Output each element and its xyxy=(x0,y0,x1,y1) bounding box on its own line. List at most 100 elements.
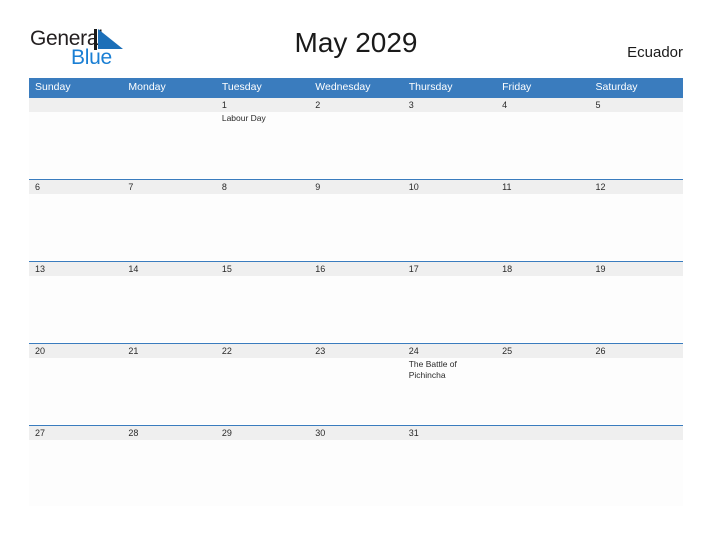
calendar-week-row: 20 21 22 23 24 25 26 The Battle of Pichi… xyxy=(29,343,683,425)
week-body-strip xyxy=(29,276,683,342)
day-cell[interactable] xyxy=(216,194,309,260)
day-cell[interactable]: Labour Day xyxy=(216,112,309,178)
day-number[interactable]: 6 xyxy=(29,180,122,194)
calendar-grid: Sunday Monday Tuesday Wednesday Thursday… xyxy=(29,78,683,507)
calendar-week-row: 1 2 3 4 5 Labour Day xyxy=(29,97,683,179)
weekday-wednesday: Wednesday xyxy=(315,81,371,93)
day-number[interactable]: 18 xyxy=(496,262,589,276)
day-number[interactable]: 16 xyxy=(309,262,402,276)
day-number[interactable] xyxy=(122,98,215,112)
day-number[interactable]: 10 xyxy=(403,180,496,194)
day-cell[interactable] xyxy=(216,276,309,342)
weekday-friday: Friday xyxy=(502,81,532,93)
day-cell[interactable] xyxy=(216,440,309,506)
day-cell[interactable] xyxy=(122,440,215,506)
day-cell[interactable] xyxy=(122,112,215,178)
day-number[interactable]: 29 xyxy=(216,426,309,440)
day-number[interactable]: 2 xyxy=(309,98,402,112)
weekday-thursday: Thursday xyxy=(408,81,453,93)
weekday-sunday: Sunday xyxy=(35,81,71,93)
day-number[interactable]: 15 xyxy=(216,262,309,276)
day-cell[interactable] xyxy=(496,276,589,342)
day-number[interactable]: 20 xyxy=(29,344,122,358)
day-number[interactable]: 3 xyxy=(403,98,496,112)
day-cell[interactable] xyxy=(590,440,683,506)
day-number[interactable]: 21 xyxy=(122,344,215,358)
day-number[interactable]: 24 xyxy=(403,344,496,358)
day-number[interactable]: 27 xyxy=(29,426,122,440)
day-number[interactable]: 9 xyxy=(309,180,402,194)
weekday-monday: Monday xyxy=(128,81,166,93)
week-body-strip: The Battle of Pichincha xyxy=(29,358,683,424)
day-cell[interactable] xyxy=(496,440,589,506)
week-date-strip: 13 14 15 16 17 18 19 xyxy=(29,262,683,276)
calendar-page: General Blue May 2029 Ecuador Sunday Mon… xyxy=(0,0,712,550)
day-number[interactable] xyxy=(590,426,683,440)
day-cell[interactable] xyxy=(590,194,683,260)
day-cell[interactable] xyxy=(309,440,402,506)
day-number[interactable]: 11 xyxy=(496,180,589,194)
day-number[interactable]: 26 xyxy=(590,344,683,358)
day-number[interactable]: 8 xyxy=(216,180,309,194)
weekday-header-row: Sunday Monday Tuesday Wednesday Thursday… xyxy=(29,78,683,97)
day-number[interactable] xyxy=(29,98,122,112)
day-cell[interactable] xyxy=(122,194,215,260)
weekday-saturday: Saturday xyxy=(595,81,638,93)
day-cell[interactable] xyxy=(403,276,496,342)
day-event: The Battle of Pichincha xyxy=(408,359,457,380)
day-number[interactable]: 13 xyxy=(29,262,122,276)
day-number[interactable]: 7 xyxy=(122,180,215,194)
day-cell[interactable] xyxy=(403,440,496,506)
day-cell[interactable] xyxy=(496,194,589,260)
day-number[interactable]: 19 xyxy=(590,262,683,276)
day-number[interactable]: 23 xyxy=(309,344,402,358)
day-cell[interactable] xyxy=(496,358,589,424)
day-cell[interactable] xyxy=(496,112,589,178)
page-title: May 2029 xyxy=(294,27,418,58)
page-header: General Blue May 2029 Ecuador xyxy=(0,0,712,68)
week-date-strip: 1 2 3 4 5 xyxy=(29,98,683,112)
day-number[interactable]: 17 xyxy=(403,262,496,276)
day-cell[interactable] xyxy=(403,194,496,260)
calendar-week-row: 13 14 15 16 17 18 19 xyxy=(29,261,683,343)
day-cell[interactable] xyxy=(29,112,122,178)
day-cell[interactable] xyxy=(122,358,215,424)
day-cell[interactable] xyxy=(29,440,122,506)
day-cell[interactable] xyxy=(29,358,122,424)
week-date-strip: 27 28 29 30 31 xyxy=(29,426,683,440)
weekday-tuesday: Tuesday xyxy=(221,81,262,93)
week-date-strip: 6 7 8 9 10 11 12 xyxy=(29,180,683,194)
day-cell[interactable] xyxy=(29,276,122,342)
day-number[interactable]: 14 xyxy=(122,262,215,276)
calendar-week-row: 27 28 29 30 31 xyxy=(29,425,683,507)
day-number[interactable]: 4 xyxy=(496,98,589,112)
day-cell[interactable] xyxy=(590,276,683,342)
calendar-week-row: 6 7 8 9 10 11 12 xyxy=(29,179,683,261)
week-body-strip xyxy=(29,440,683,506)
day-number[interactable]: 5 xyxy=(590,98,683,112)
day-number[interactable]: 30 xyxy=(309,426,402,440)
day-cell[interactable] xyxy=(216,358,309,424)
day-cell[interactable] xyxy=(309,358,402,424)
day-event: Labour Day xyxy=(221,113,266,123)
day-number[interactable]: 1 xyxy=(216,98,309,112)
week-body-strip: Labour Day xyxy=(29,112,683,178)
day-cell[interactable] xyxy=(309,276,402,342)
day-cell[interactable] xyxy=(590,112,683,178)
day-number[interactable]: 31 xyxy=(403,426,496,440)
day-cell[interactable]: The Battle of Pichincha xyxy=(403,358,496,424)
day-number[interactable]: 25 xyxy=(496,344,589,358)
day-number[interactable]: 12 xyxy=(590,180,683,194)
day-cell[interactable] xyxy=(309,194,402,260)
day-cell[interactable] xyxy=(590,358,683,424)
day-cell[interactable] xyxy=(122,276,215,342)
day-number[interactable]: 22 xyxy=(216,344,309,358)
day-cell[interactable] xyxy=(309,112,402,178)
week-date-strip: 20 21 22 23 24 25 26 xyxy=(29,344,683,358)
day-cell[interactable] xyxy=(29,194,122,260)
country-label: Ecuador xyxy=(627,44,683,61)
day-cell[interactable] xyxy=(403,112,496,178)
week-body-strip xyxy=(29,194,683,260)
day-number[interactable]: 28 xyxy=(122,426,215,440)
day-number[interactable] xyxy=(496,426,589,440)
